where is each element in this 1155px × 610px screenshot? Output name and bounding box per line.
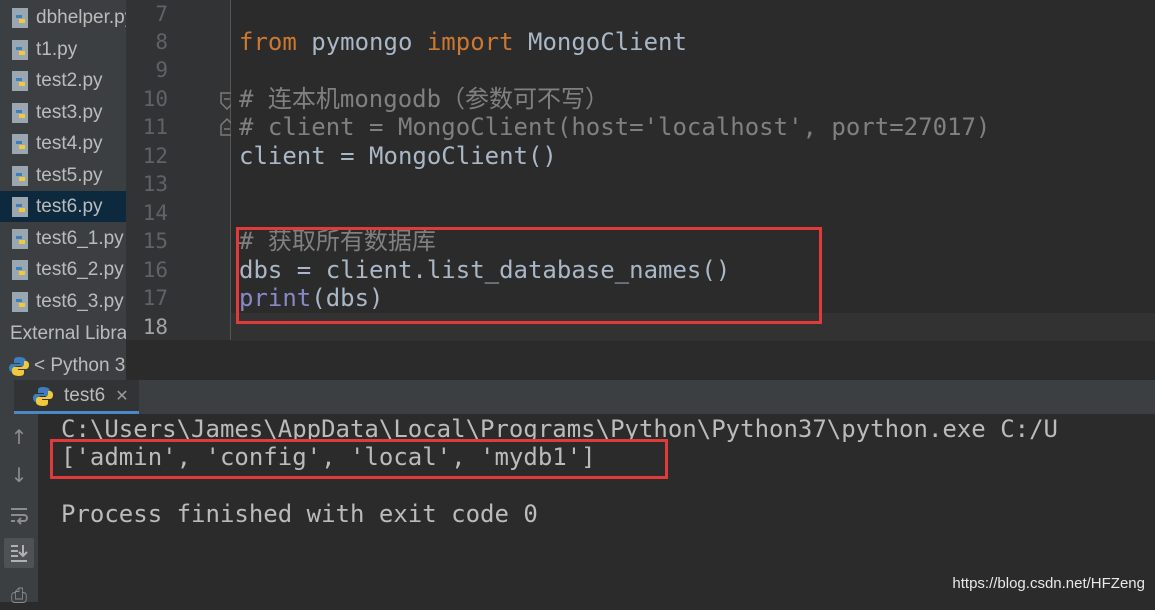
line-number-gutter: 7 8 9 10 11 12 13 14 15 16 17 18 xyxy=(126,0,234,340)
line-number: 10 xyxy=(142,87,168,111)
scroll-to-end-glyph xyxy=(11,545,28,562)
python-file-icon xyxy=(12,39,28,60)
up-arrow-icon[interactable]: ↑ xyxy=(4,422,34,452)
tree-file-label: test6_2.py xyxy=(36,258,124,280)
import-name: MongoClient xyxy=(513,28,687,56)
tree-file-test3[interactable]: test3.py xyxy=(0,97,126,128)
tree-file-test6-1[interactable]: test6_1.py xyxy=(0,223,126,254)
python-file-icon xyxy=(12,196,28,217)
soft-wrap-glyph xyxy=(11,508,28,525)
keyword-import: import xyxy=(426,28,514,56)
tree-file-test6-2[interactable]: test6_2.py xyxy=(0,254,126,285)
tree-file-label: test6_3.py xyxy=(36,290,124,312)
tree-python-sdk[interactable]: < Python 3 xyxy=(8,350,125,380)
line-number: 15 xyxy=(142,229,168,253)
run-toolbar: ↑ ↓ ⎙ xyxy=(0,414,38,607)
console-exit-line: Process finished with exit code 0 xyxy=(61,500,538,528)
code-line-10-comment: # 连本机mongodb（参数可不写） xyxy=(239,85,610,113)
run-tab-label: test6 xyxy=(64,384,106,406)
keyword-from: from xyxy=(239,28,297,56)
tree-file-t1[interactable]: t1.py xyxy=(0,34,126,65)
line-number: 14 xyxy=(142,201,168,225)
tree-file-test6[interactable]: test6.py xyxy=(0,191,126,222)
python-file-icon xyxy=(12,228,28,249)
down-arrow-icon[interactable]: ↓ xyxy=(4,460,34,490)
tree-file-label: test5.py xyxy=(36,164,103,186)
python-sdk-label: < Python 3 xyxy=(34,354,126,376)
line-number: 16 xyxy=(142,258,168,282)
line-number: 9 xyxy=(155,58,168,82)
scroll-to-end-icon[interactable] xyxy=(4,538,34,568)
tree-file-label: test2.py xyxy=(36,69,103,91)
python-file-icon xyxy=(12,102,28,123)
tree-file-label: test6_1.py xyxy=(36,227,124,249)
tree-file-test5[interactable]: test5.py xyxy=(0,160,126,191)
python-file-icon xyxy=(12,7,28,28)
python-file-icon xyxy=(12,165,28,186)
line-number: 13 xyxy=(142,172,168,196)
python-file-icon xyxy=(12,70,28,91)
code-editor[interactable]: from pymongo import MongoClient # 连本机mon… xyxy=(231,0,1155,341)
run-console[interactable]: C:\Users\James\AppData\Local\Programs\Py… xyxy=(38,414,1155,602)
close-icon[interactable]: ✕ xyxy=(115,386,128,405)
project-tree: dbhelper.py t1.py test2.py test3.py test… xyxy=(0,0,126,380)
python-logo-icon xyxy=(9,356,29,376)
code-highlight-box xyxy=(236,227,822,324)
tree-external-libraries[interactable]: External Libraries xyxy=(10,318,126,349)
python-file-icon xyxy=(12,291,28,312)
tree-file-label: test3.py xyxy=(36,101,103,123)
line-number: 7 xyxy=(155,2,168,26)
line-number: 11 xyxy=(142,115,168,139)
soft-wrap-icon[interactable] xyxy=(4,500,34,530)
tree-file-test6-3[interactable]: test6_3.py xyxy=(0,286,126,317)
python-file-icon xyxy=(12,259,28,280)
line-number: 12 xyxy=(142,144,168,168)
line-number-current: 18 xyxy=(142,315,168,339)
tree-file-label: test6.py xyxy=(36,195,103,217)
line-number: 8 xyxy=(155,30,168,54)
tree-file-dbhelper[interactable]: dbhelper.py xyxy=(0,2,126,33)
output-highlight-box xyxy=(50,439,668,479)
code-line-12: client = MongoClient() xyxy=(239,142,557,170)
code-line-8: from pymongo import MongoClient xyxy=(239,28,687,56)
external-libraries-label: External Libraries xyxy=(10,322,126,344)
watermark: https://blog.csdn.net/HFZeng xyxy=(952,575,1145,592)
print-icon[interactable]: ⎙ xyxy=(4,580,34,610)
tree-file-label: test4.py xyxy=(36,132,103,154)
run-tab-test6[interactable]: test6 ✕ xyxy=(14,380,139,414)
tree-file-label: t1.py xyxy=(36,38,78,60)
run-tool-window-header: test6 ✕ xyxy=(0,380,1155,414)
code-line-11-comment: # client = MongoClient(host='localhost',… xyxy=(239,113,991,141)
python-logo-icon xyxy=(33,386,53,406)
tree-file-test2[interactable]: test2.py xyxy=(0,65,126,96)
tree-file-test4[interactable]: test4.py xyxy=(0,128,126,159)
python-file-icon xyxy=(12,133,28,154)
tree-file-label: dbhelper.py xyxy=(36,6,126,28)
line-number: 17 xyxy=(142,286,168,310)
module-name: pymongo xyxy=(296,28,427,56)
